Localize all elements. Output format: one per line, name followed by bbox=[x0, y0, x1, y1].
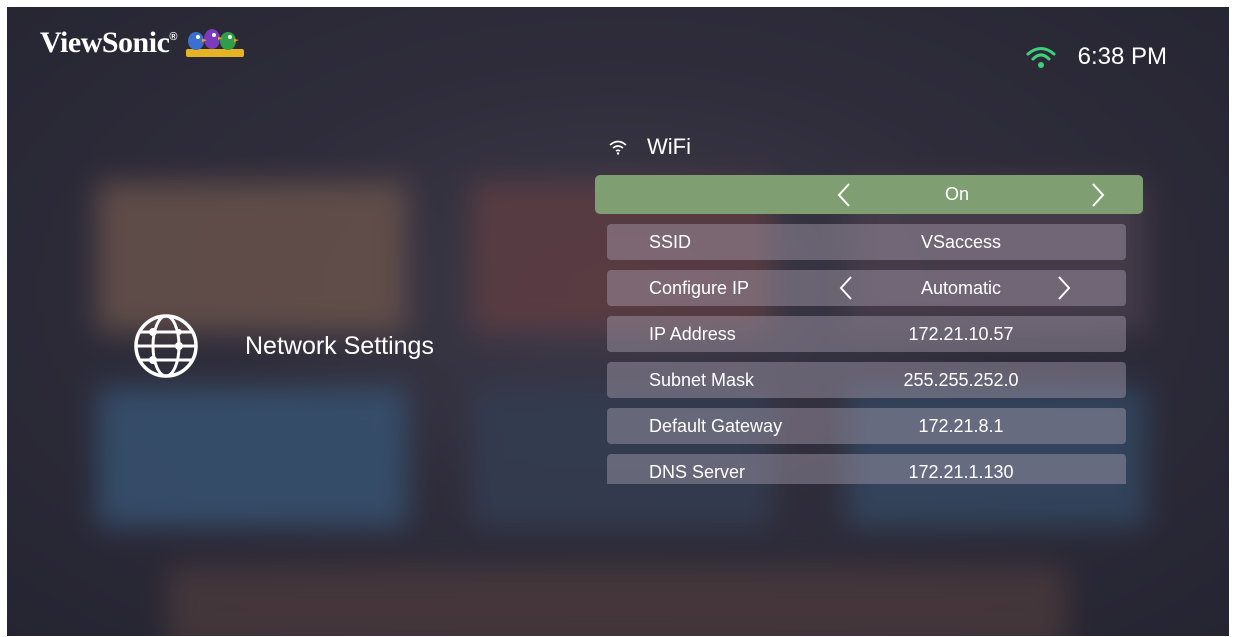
wifi-heading: WiFi bbox=[595, 127, 1143, 167]
projector-screen: ViewSonic ® 6:38 PM Network Settings WiF… bbox=[7, 7, 1229, 636]
setting-row-subnet-mask[interactable]: Subnet Mask 255.255.252.0 bbox=[607, 362, 1126, 398]
chevron-right-icon[interactable] bbox=[1057, 275, 1071, 301]
setting-value: 255.255.252.0 bbox=[903, 370, 1019, 390]
setting-row-configure-ip[interactable]: Configure IP Automatic bbox=[607, 270, 1126, 306]
setting-row-ip-address[interactable]: IP Address 172.21.10.57 bbox=[607, 316, 1126, 352]
setting-row-dns-server[interactable]: DNS Server 172.21.1.130 bbox=[607, 454, 1126, 484]
setting-value: 172.21.1.130 bbox=[908, 462, 1014, 482]
setting-label: DNS Server bbox=[649, 462, 746, 482]
setting-row-ssid[interactable]: SSID VSaccess bbox=[607, 224, 1126, 260]
page-title: Network Settings bbox=[245, 331, 434, 360]
setting-label: Subnet Mask bbox=[649, 370, 755, 390]
network-settings-panel: WiFi On SSID VSaccess Configure IP Autom… bbox=[595, 127, 1143, 484]
status-bar: 6:38 PM bbox=[1026, 43, 1167, 71]
wifi-toggle-row[interactable]: On bbox=[595, 175, 1143, 214]
clock-time: 6:38 PM bbox=[1077, 43, 1167, 70]
brand-logo: ViewSonic ® bbox=[40, 25, 246, 61]
setting-label: Default Gateway bbox=[649, 416, 783, 436]
setting-row-default-gateway[interactable]: Default Gateway 172.21.8.1 bbox=[607, 408, 1126, 444]
wifi-label: WiFi bbox=[647, 134, 691, 159]
wifi-icon bbox=[1026, 47, 1056, 68]
globe-icon bbox=[134, 314, 198, 378]
page-heading: Network Settings bbox=[133, 313, 434, 379]
chevron-right-icon[interactable] bbox=[1091, 182, 1105, 208]
setting-value: Automatic bbox=[920, 278, 1002, 298]
setting-label: SSID bbox=[649, 232, 692, 252]
setting-value: 172.21.10.57 bbox=[908, 324, 1014, 344]
birds-logo-icon bbox=[185, 29, 244, 57]
setting-label: IP Address bbox=[649, 324, 736, 344]
wifi-icon bbox=[609, 140, 627, 155]
chevron-left-icon[interactable] bbox=[839, 275, 853, 301]
chevron-left-icon[interactable] bbox=[837, 182, 851, 208]
setting-value: VSaccess bbox=[920, 232, 1002, 252]
setting-value: 172.21.8.1 bbox=[918, 416, 1004, 436]
registered-mark: ® bbox=[169, 31, 178, 43]
brand-name: ViewSonic bbox=[40, 26, 170, 59]
wifi-toggle-value: On bbox=[944, 184, 969, 204]
setting-label: Configure IP bbox=[649, 278, 750, 298]
